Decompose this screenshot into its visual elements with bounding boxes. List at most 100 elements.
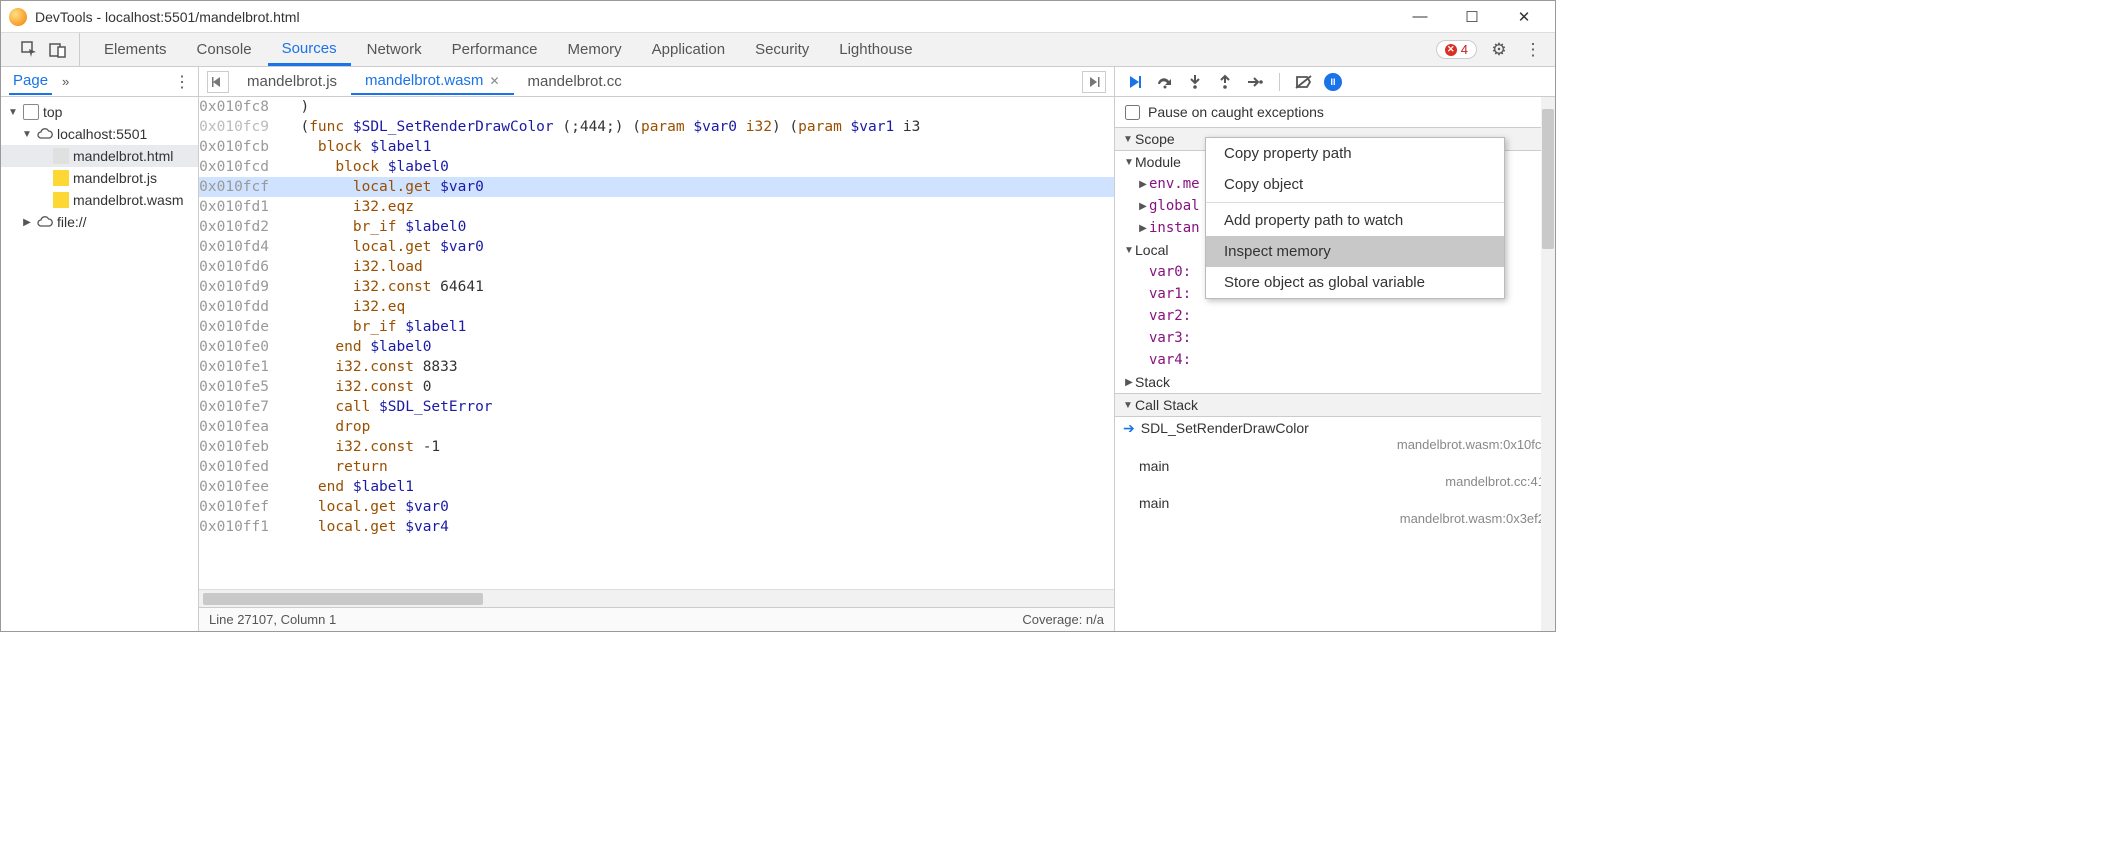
- step-over-icon[interactable]: [1155, 72, 1175, 92]
- gutter-address: 0x010fd1: [199, 197, 279, 217]
- resume-icon[interactable]: [1125, 72, 1145, 92]
- code-line[interactable]: 0x010fed return: [199, 457, 1114, 477]
- expand-icon[interactable]: ▼: [7, 107, 19, 118]
- main-tab-security[interactable]: Security: [741, 35, 823, 64]
- gutter-address: 0x010fe1: [199, 357, 279, 377]
- file-tab-strip: mandelbrot.jsmandelbrot.wasm✕mandelbrot.…: [199, 67, 1114, 97]
- main-tab-sources[interactable]: Sources: [268, 34, 351, 66]
- expand-icon[interactable]: ▶: [1137, 179, 1149, 190]
- expand-icon[interactable]: ▶: [1137, 201, 1149, 212]
- code-line[interactable]: 0x010fe1 i32.const 8833: [199, 357, 1114, 377]
- callstack-section-header[interactable]: ▼ Call Stack: [1115, 393, 1555, 417]
- code-line[interactable]: 0x010fef local.get $var0: [199, 497, 1114, 517]
- code-line[interactable]: 0x010fcd block $label0: [199, 157, 1114, 177]
- code-line[interactable]: 0x010fd4 local.get $var0: [199, 237, 1114, 257]
- context-menu-item[interactable]: Inspect memory: [1206, 236, 1504, 267]
- navigator-menu-icon[interactable]: ⋮: [174, 72, 190, 92]
- error-badge[interactable]: ✕ 4: [1436, 40, 1477, 59]
- main-tab-performance[interactable]: Performance: [438, 35, 552, 64]
- code-line[interactable]: 0x010fea drop: [199, 417, 1114, 437]
- tree-file[interactable]: mandelbrot.js: [1, 167, 198, 189]
- step-icon[interactable]: [1245, 72, 1265, 92]
- main-tab-lighthouse[interactable]: Lighthouse: [825, 35, 926, 64]
- tree-label: localhost:5501: [57, 126, 147, 142]
- navigator-tab-page[interactable]: Page: [9, 68, 52, 95]
- code-line[interactable]: 0x010fcf local.get $var0: [199, 177, 1114, 197]
- context-menu-item[interactable]: Store object as global variable: [1206, 267, 1504, 298]
- navigator-more-tabs-icon[interactable]: »: [62, 74, 69, 89]
- code-line[interactable]: 0x010fd2 br_if $label0: [199, 217, 1114, 237]
- close-button[interactable]: ✕: [1509, 2, 1539, 32]
- callstack-frame[interactable]: mainmandelbrot.cc:41: [1115, 455, 1555, 492]
- code-line[interactable]: 0x010feb i32.const -1: [199, 437, 1114, 457]
- horizontal-scrollbar[interactable]: [199, 589, 1114, 607]
- device-toolbar-icon[interactable]: [47, 39, 69, 61]
- expand-icon[interactable]: ▶: [21, 217, 33, 228]
- main-tab-network[interactable]: Network: [353, 35, 436, 64]
- collapse-icon[interactable]: ▼: [1123, 134, 1135, 145]
- nav-forward-icon[interactable]: [1082, 71, 1106, 93]
- scrollbar-thumb[interactable]: [203, 593, 483, 605]
- deactivate-breakpoints-icon[interactable]: [1294, 72, 1314, 92]
- scope-var: var2:: [1149, 308, 1191, 324]
- callstack-frame[interactable]: SDL_SetRenderDrawColormandelbrot.wasm:0x…: [1115, 417, 1555, 455]
- scope-local-var[interactable]: var4:: [1115, 349, 1555, 371]
- minimize-button[interactable]: —: [1405, 2, 1435, 32]
- callstack-frame[interactable]: mainmandelbrot.wasm:0x3ef2: [1115, 492, 1555, 529]
- expand-icon[interactable]: ▼: [21, 129, 33, 140]
- nav-back-icon[interactable]: [207, 71, 229, 93]
- code-text: (func $SDL_SetRenderDrawColor (;444;) (p…: [279, 117, 1114, 137]
- step-out-icon[interactable]: [1215, 72, 1235, 92]
- collapse-icon[interactable]: ▼: [1123, 400, 1135, 411]
- close-tab-icon[interactable]: ✕: [489, 74, 499, 88]
- context-menu-item[interactable]: Copy property path: [1206, 138, 1504, 169]
- scope-local-var[interactable]: var2:: [1115, 305, 1555, 327]
- inspect-element-icon[interactable]: [19, 39, 41, 61]
- main-tab-elements[interactable]: Elements: [90, 35, 181, 64]
- cloud-icon: [37, 214, 53, 230]
- tree-top[interactable]: ▼ top: [1, 101, 198, 123]
- tree-file[interactable]: mandelbrot.html: [1, 145, 198, 167]
- expand-icon[interactable]: ▶: [1123, 377, 1135, 388]
- code-line[interactable]: 0x010fcb block $label1: [199, 137, 1114, 157]
- code-line[interactable]: 0x010fee end $label1: [199, 477, 1114, 497]
- code-line[interactable]: 0x010fd1 i32.eqz: [199, 197, 1114, 217]
- pause-exceptions-checkbox[interactable]: [1125, 105, 1140, 120]
- code-line[interactable]: 0x010fc8 ): [199, 97, 1114, 117]
- tree-host[interactable]: ▼ localhost:5501: [1, 123, 198, 145]
- step-into-icon[interactable]: [1185, 72, 1205, 92]
- file-tab[interactable]: mandelbrot.js: [233, 68, 351, 95]
- code-line[interactable]: 0x010fd6 i32.load: [199, 257, 1114, 277]
- context-menu-item[interactable]: Copy object: [1206, 169, 1504, 200]
- code-editor[interactable]: 0x010fc8 )0x010fc9 (func $SDL_SetRenderD…: [199, 97, 1114, 589]
- expand-icon[interactable]: ▼: [1123, 157, 1135, 168]
- context-menu-item[interactable]: Add property path to watch: [1206, 205, 1504, 236]
- scope-local-var[interactable]: var3:: [1115, 327, 1555, 349]
- expand-icon[interactable]: ▼: [1123, 245, 1135, 256]
- maximize-button[interactable]: ☐: [1457, 2, 1487, 32]
- tree-file[interactable]: mandelbrot.wasm: [1, 189, 198, 211]
- expand-icon[interactable]: ▶: [1137, 223, 1149, 234]
- settings-gear-icon[interactable]: ⚙: [1487, 38, 1511, 62]
- paused-indicator-icon[interactable]: II: [1324, 73, 1342, 91]
- file-tab[interactable]: mandelbrot.wasm✕: [351, 68, 513, 95]
- main-tab-console[interactable]: Console: [183, 35, 266, 64]
- more-menu-icon[interactable]: ⋮: [1521, 38, 1545, 62]
- code-line[interactable]: 0x010fc9 (func $SDL_SetRenderDrawColor (…: [199, 117, 1114, 137]
- code-line[interactable]: 0x010fe5 i32.const 0: [199, 377, 1114, 397]
- code-line[interactable]: 0x010fde br_if $label1: [199, 317, 1114, 337]
- code-line[interactable]: 0x010fdd i32.eq: [199, 297, 1114, 317]
- code-line[interactable]: 0x010fe7 call $SDL_SetError: [199, 397, 1114, 417]
- pause-on-exceptions-row[interactable]: Pause on caught exceptions: [1115, 97, 1555, 127]
- code-line[interactable]: 0x010fd9 i32.const 64641: [199, 277, 1114, 297]
- vertical-scrollbar[interactable]: [1541, 97, 1555, 631]
- main-tab-application[interactable]: Application: [638, 35, 739, 64]
- tree-file-proto[interactable]: ▶ file://: [1, 211, 198, 233]
- code-line[interactable]: 0x010ff1 local.get $var4: [199, 517, 1114, 537]
- gutter-address: 0x010fd2: [199, 217, 279, 237]
- file-tab[interactable]: mandelbrot.cc: [514, 68, 636, 95]
- main-tab-memory[interactable]: Memory: [554, 35, 636, 64]
- code-line[interactable]: 0x010fe0 end $label0: [199, 337, 1114, 357]
- scrollbar-thumb[interactable]: [1542, 109, 1554, 249]
- scope-stack[interactable]: ▶Stack: [1115, 371, 1555, 393]
